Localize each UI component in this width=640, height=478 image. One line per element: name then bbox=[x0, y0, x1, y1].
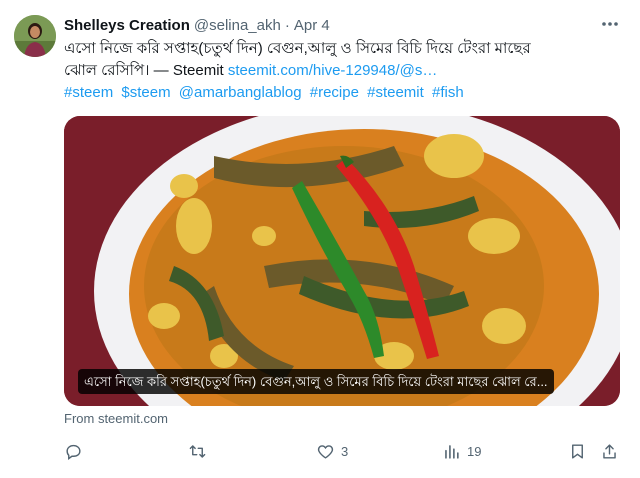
media-card[interactable]: এসো নিজে করি সপ্তাহ(চতুর্থ দিন) বেগুন,আল… bbox=[64, 116, 620, 406]
cashtag-steem[interactable]: $steem bbox=[121, 84, 170, 101]
share-icon bbox=[603, 444, 616, 459]
retweet-button[interactable] bbox=[188, 442, 213, 461]
link-source[interactable]: From steemit.com bbox=[64, 411, 168, 426]
more-icon[interactable] bbox=[600, 16, 620, 32]
reply-icon bbox=[66, 444, 81, 461]
hashtag-row: #steem $steem @amarbanglablog #recipe #s… bbox=[64, 82, 468, 104]
tweet-text-line-1: এসো নিজে করি সপ্তাহ(চতুর্থ দিন) বেগুন,আল… bbox=[64, 40, 531, 57]
hashtag-recipe[interactable]: #recipe bbox=[310, 84, 359, 101]
like-count: 3 bbox=[341, 444, 349, 459]
avatar[interactable] bbox=[14, 15, 56, 57]
author-handle[interactable]: @selina_akh bbox=[194, 17, 281, 34]
media-caption: এসো নিজে করি সপ্তাহ(চতুর্থ দিন) বেগুন,আল… bbox=[78, 369, 554, 394]
retweet-icon bbox=[189, 445, 206, 458]
views-button[interactable]: 19 bbox=[442, 442, 481, 461]
tweet-text-line-2-prefix: ঝোল রেসিপি। — Steemit bbox=[64, 62, 228, 79]
views-count: 19 bbox=[467, 444, 482, 459]
share-button[interactable] bbox=[600, 442, 619, 461]
tweet-text-line-2: ঝোল রেসিপি। — Steemit steemit.com/hive-1… bbox=[64, 60, 624, 82]
tweet[interactable]: Shelleys Creation @selina_akh · Apr 4 এস… bbox=[0, 0, 640, 478]
reply-button[interactable] bbox=[64, 442, 89, 461]
tweet-text: এসো নিজে করি সপ্তাহ(চতুর্থ দিন) বেগুন,আল… bbox=[64, 38, 624, 82]
hashtag-steem[interactable]: #steem bbox=[64, 84, 113, 101]
tweet-header: Shelleys Creation @selina_akh · Apr 4 bbox=[64, 14, 330, 36]
tweet-date[interactable]: Apr 4 bbox=[294, 17, 330, 34]
hashtag-steemit[interactable]: #steemit bbox=[367, 84, 424, 101]
hashtag-fish[interactable]: #fish bbox=[432, 84, 464, 101]
avatar-image bbox=[14, 15, 56, 57]
author-name[interactable]: Shelleys Creation bbox=[64, 17, 190, 34]
mention-amarbanglablog[interactable]: @amarbanglablog bbox=[179, 84, 302, 101]
bookmark-button[interactable] bbox=[568, 442, 587, 461]
bookmark-icon bbox=[572, 444, 583, 459]
views-icon bbox=[445, 445, 459, 459]
tweet-link[interactable]: steemit.com/hive-129948/@s… bbox=[228, 62, 437, 79]
like-button[interactable]: 3 bbox=[316, 442, 348, 461]
like-icon bbox=[317, 445, 334, 459]
action-bar: 3 19 bbox=[64, 440, 620, 466]
food-photo bbox=[64, 116, 620, 406]
separator-dot: · bbox=[284, 16, 290, 34]
